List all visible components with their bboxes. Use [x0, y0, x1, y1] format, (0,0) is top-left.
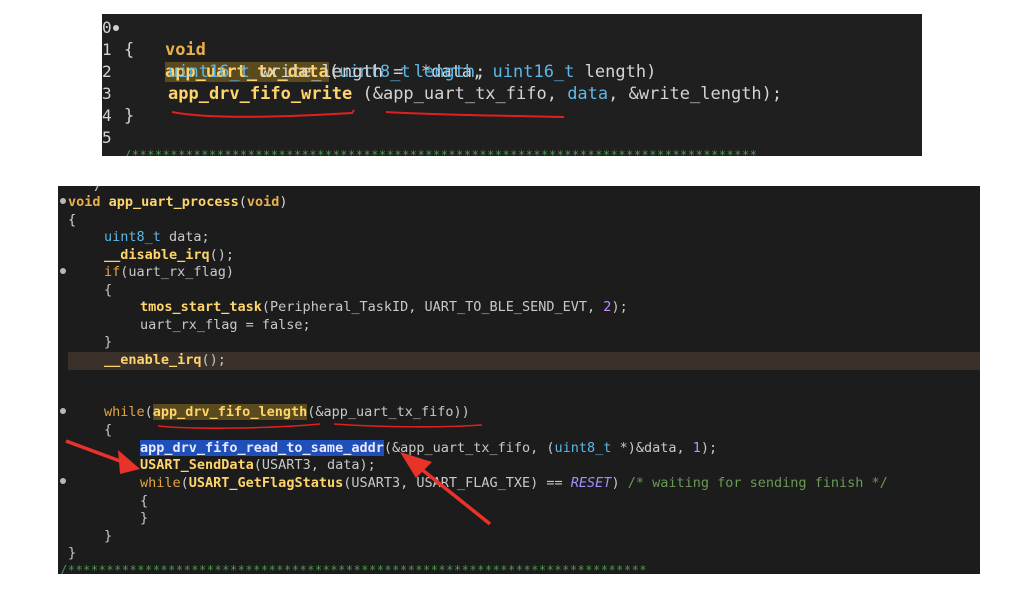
args: );: [611, 299, 628, 315]
underline-mark: [157, 423, 321, 429]
args: (&app_uart_tx_fifo, (: [383, 440, 555, 456]
args: (Peripheral_TaskID, UART_TO_BLE_SEND_EVT…: [261, 299, 604, 315]
line-number: 2: [102, 62, 112, 81]
paren: (: [144, 404, 153, 420]
code-line-decl: uint16_t write_length = length;: [168, 61, 485, 83]
function-call[interactable]: tmos_start_task: [140, 299, 262, 315]
close-brace: }: [104, 528, 113, 544]
paren: ): [279, 194, 288, 210]
line-number: 3: [102, 84, 112, 103]
arg-data: data: [567, 84, 609, 104]
function-call[interactable]: app_drv_fifo_length: [152, 404, 308, 420]
line-number: 5: [102, 128, 112, 147]
close-brace: }: [124, 106, 135, 126]
open-brace: {: [124, 40, 135, 60]
code-line-if: if(uart_rx_flag): [104, 264, 234, 282]
keyword: void: [68, 194, 101, 210]
close-brace: }: [140, 510, 149, 526]
function-call[interactable]: USART_GetFlagStatus: [189, 475, 343, 491]
arrowhead-left: [118, 450, 140, 474]
underline-mark: [333, 423, 483, 428]
args: ();: [201, 352, 226, 368]
close-brace: }: [104, 334, 113, 350]
keyword: void: [164, 40, 206, 60]
function-name[interactable]: app_uart_process: [109, 194, 239, 210]
args: (&app_uart_tx_fifo)): [307, 404, 470, 420]
param: length: [574, 62, 647, 82]
close-brace: }: [68, 545, 77, 561]
args: , &write_length);: [608, 84, 783, 104]
fold-marker-icon[interactable]: [60, 198, 66, 204]
code-line-tmos-start-task: tmos_start_task(Peripheral_TaskID, UART_…: [140, 299, 628, 317]
comment: /* waiting for sending finish */: [619, 475, 888, 491]
function-call[interactable]: __enable_irq: [104, 352, 202, 368]
condition: (uart_rx_flag): [120, 264, 235, 280]
keyword: while: [140, 475, 181, 491]
paren: ): [611, 475, 620, 491]
args: *)&data,: [611, 440, 693, 456]
code-line-wait-txe: while(USART_GetFlagStatus(USART3, USART_…: [140, 475, 888, 493]
args: (USART3, USART_FLAG_TXE) ==: [343, 475, 571, 491]
type: uint8_t: [104, 229, 161, 245]
statement: data;: [160, 229, 210, 245]
args: (&app_uart_tx_fifo,: [362, 84, 568, 104]
open-brace: {: [104, 282, 113, 298]
function-call[interactable]: app_drv_fifo_write: [168, 84, 352, 104]
keyword: if: [104, 264, 121, 280]
keyword: void: [246, 194, 280, 210]
type: uint16_t: [492, 62, 575, 82]
fold-marker-icon[interactable]: [60, 408, 66, 414]
underline-mark: [171, 109, 355, 118]
type: uint8_t: [554, 440, 612, 456]
args: ();: [209, 247, 235, 263]
args: (USART3, data);: [253, 457, 376, 473]
function-call-selected[interactable]: app_drv_fifo_read_to_same_addr: [140, 440, 384, 456]
function-call[interactable]: __disable_irq: [104, 247, 210, 263]
code-snippet-top: 0 1 2 3 4 5 void app_uart_tx_data(uint8_…: [102, 14, 922, 156]
code-line-fifo-read: app_drv_fifo_read_to_same_addr(&app_uart…: [140, 440, 717, 458]
semicolon: ;: [475, 62, 486, 82]
code-line-disable-irq: __disable_irq();: [104, 247, 234, 265]
open-brace: {: [104, 422, 113, 438]
comment-divider: /***************************************…: [60, 563, 648, 574]
fold-marker-icon[interactable]: [60, 268, 66, 274]
code-line-while-fifo-length: while(app_drv_fifo_length(&app_uart_tx_f…: [104, 404, 470, 422]
code-line-fifo-write: app_drv_fifo_write (&app_uart_tx_fifo, d…: [168, 83, 782, 105]
function-signature: void app_uart_process(void): [68, 194, 288, 212]
arrow-left: [65, 439, 129, 466]
code-line-usart-send: USART_SendData(USART3, data);: [140, 457, 376, 475]
paren: (: [180, 475, 189, 491]
code-line-flag-reset: uart_rx_flag = false;: [140, 317, 311, 333]
underline-mark: [385, 111, 565, 118]
code-snippet-main: */ void app_uart_process(void) { uint8_t…: [58, 186, 980, 574]
number: 1: [692, 440, 701, 456]
paren: (: [238, 194, 247, 210]
constant: RESET: [570, 475, 612, 491]
line-number: 1: [102, 40, 112, 59]
code-line-decl: uint8_t data;: [104, 229, 210, 247]
args: );: [700, 440, 718, 456]
line-number: 4: [102, 106, 112, 125]
comment-divider: /***************************************…: [124, 148, 758, 156]
keyword: while: [104, 404, 145, 420]
statement: write_length =: [249, 62, 414, 82]
fold-marker-icon[interactable]: [113, 25, 119, 31]
function-call[interactable]: USART_SendData: [140, 457, 254, 473]
type: uint16_t: [168, 62, 250, 82]
identifier: length: [413, 62, 476, 82]
open-brace: {: [68, 212, 77, 228]
code-line-enable-irq: __enable_irq();: [104, 352, 226, 370]
open-brace: {: [140, 493, 149, 509]
fold-marker-icon[interactable]: [60, 478, 66, 484]
paren: ): [646, 62, 657, 82]
